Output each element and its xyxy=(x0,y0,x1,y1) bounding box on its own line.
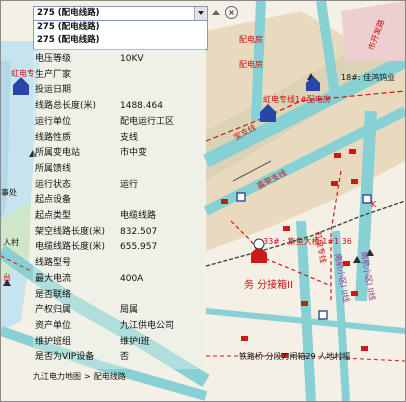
map-label-tai: 台 xyxy=(3,273,11,282)
property-row: 线路型号 xyxy=(33,256,205,270)
map-label-dalou: 33# : 集鱼大楼 1#1 36 xyxy=(263,237,352,246)
property-row: 是否为VIP设备 否 xyxy=(33,350,205,364)
collapse-up-icon[interactable] xyxy=(211,7,221,17)
property-key: 维护班组 xyxy=(35,336,72,347)
property-value: 655.957 xyxy=(120,242,158,253)
map-label-rencun: 人村 xyxy=(3,238,19,247)
property-value: 局属 xyxy=(120,305,139,316)
property-key: 运行状态 xyxy=(35,179,72,190)
property-value: 电缆线路 xyxy=(120,211,157,221)
property-value: 支线 xyxy=(120,132,139,143)
map-label-fenjie: 务 分接箱II xyxy=(244,280,294,291)
map-label-bottom: 铁路桥 分段刀闸箱29 人地村幅 xyxy=(239,352,351,361)
property-row: 电缆线路长度(米) 655.957 xyxy=(33,240,205,254)
map-label-peidian-2: 配电房 xyxy=(239,60,263,69)
close-icon[interactable]: × xyxy=(225,6,238,19)
property-key: 线路总长度(米) xyxy=(35,101,97,112)
map-label-company: 18#: 佳鸿钨业 xyxy=(341,73,396,82)
map-label-peidian-1: 配电房 xyxy=(239,35,263,44)
property-value: 市中变 xyxy=(120,148,148,159)
property-key: 线路性质 xyxy=(35,132,72,143)
property-row: 架空线路长度(米) 832.507 xyxy=(33,225,205,239)
property-key: 起点类型 xyxy=(35,211,72,221)
property-key: 投运日期 xyxy=(35,85,72,96)
property-key: 是否为VIP设备 xyxy=(35,352,95,363)
properties-panel: 电压等级 10KV 生产厂家投运日期线路总长度(米) 1488.464 运行单位 配电运行… xyxy=(33,49,205,369)
property-row: 最大电流 400A xyxy=(33,272,205,286)
property-row: 资产单位 九江供电公司 xyxy=(33,319,205,333)
property-value: 运行 xyxy=(120,179,139,190)
property-row: 线路总长度(米) 1488.464 xyxy=(33,99,205,113)
map-label-shijian: 事处 xyxy=(1,188,17,197)
property-row: 起点设备 xyxy=(33,193,205,207)
breadcrumb-current: 配电线路 xyxy=(93,372,126,381)
property-key: 所属变电站 xyxy=(35,148,81,159)
chevron-down-icon[interactable] xyxy=(194,7,207,20)
property-key: 资产单位 xyxy=(35,320,72,331)
feature-option[interactable]: 275 (配电线路) xyxy=(34,21,207,34)
property-key: 电压等级 xyxy=(35,54,72,64)
map-label-k: K xyxy=(371,200,377,209)
property-key: 线路型号 xyxy=(35,258,72,269)
property-row: 产权归属 局属 xyxy=(33,303,205,317)
property-key: 生产厂家 xyxy=(35,69,72,80)
property-value: 1488.464 xyxy=(120,101,163,112)
property-value: 832.507 xyxy=(120,226,158,237)
property-value: 否 xyxy=(120,352,130,363)
app-window: 虹电专 虹电专线1#配电房 18#: 佳鸿钨业 配电房 配电房 市开发路 宝支线… xyxy=(0,0,406,402)
property-row: 所属变电站 市中变 xyxy=(33,146,205,160)
property-row: 投运日期 xyxy=(33,83,205,97)
property-value: 10KV xyxy=(120,54,144,64)
breadcrumb: 九江电力地图 > 配电线路 xyxy=(33,370,205,383)
property-row: 起点类型 电缆线路 xyxy=(33,209,205,223)
map-label-hongdian-station: 虹电专线1#配电房 xyxy=(263,95,331,104)
property-value: 400A xyxy=(120,273,144,284)
breadcrumb-root[interactable]: 九江电力地图 xyxy=(33,372,81,381)
property-key: 架空线路长度(米) xyxy=(35,226,106,237)
property-row: 运行状态 运行 xyxy=(33,178,205,192)
property-row: 运行单位 配电运行工区 xyxy=(33,115,205,129)
property-row: 是否联络 xyxy=(33,288,205,302)
property-key: 电缆线路长度(米) xyxy=(35,242,106,253)
property-key: 所属馈线 xyxy=(35,163,72,174)
property-value: 配电运行工区 xyxy=(120,116,175,127)
property-value: 九江供电公司 xyxy=(120,320,175,331)
property-row: 维护班组 维护I班 xyxy=(33,335,205,349)
property-row: 生产厂家 xyxy=(33,68,205,82)
property-row: 线路性质 支线 xyxy=(33,131,205,145)
property-row: 所属馈线 xyxy=(33,162,205,176)
feature-option[interactable]: 275 (配电线路) xyxy=(34,34,207,47)
breadcrumb-separator: > xyxy=(84,372,91,381)
map-label-hongdian-left: 虹电专 xyxy=(11,69,35,78)
feature-select-value: 275 (配电线路) xyxy=(37,8,100,18)
property-row: 电压等级 10KV xyxy=(33,52,205,66)
feature-select-list: 275 (配电线路) 275 (配电线路) xyxy=(33,20,208,50)
property-value: 维护I班 xyxy=(120,336,150,347)
feature-select[interactable]: 275 (配电线路) xyxy=(33,6,208,21)
property-key: 运行单位 xyxy=(35,116,72,127)
property-key: 最大电流 xyxy=(35,273,72,284)
property-key: 产权归属 xyxy=(35,305,72,316)
property-key: 起点设备 xyxy=(35,195,72,206)
property-key: 是否联络 xyxy=(35,289,72,300)
